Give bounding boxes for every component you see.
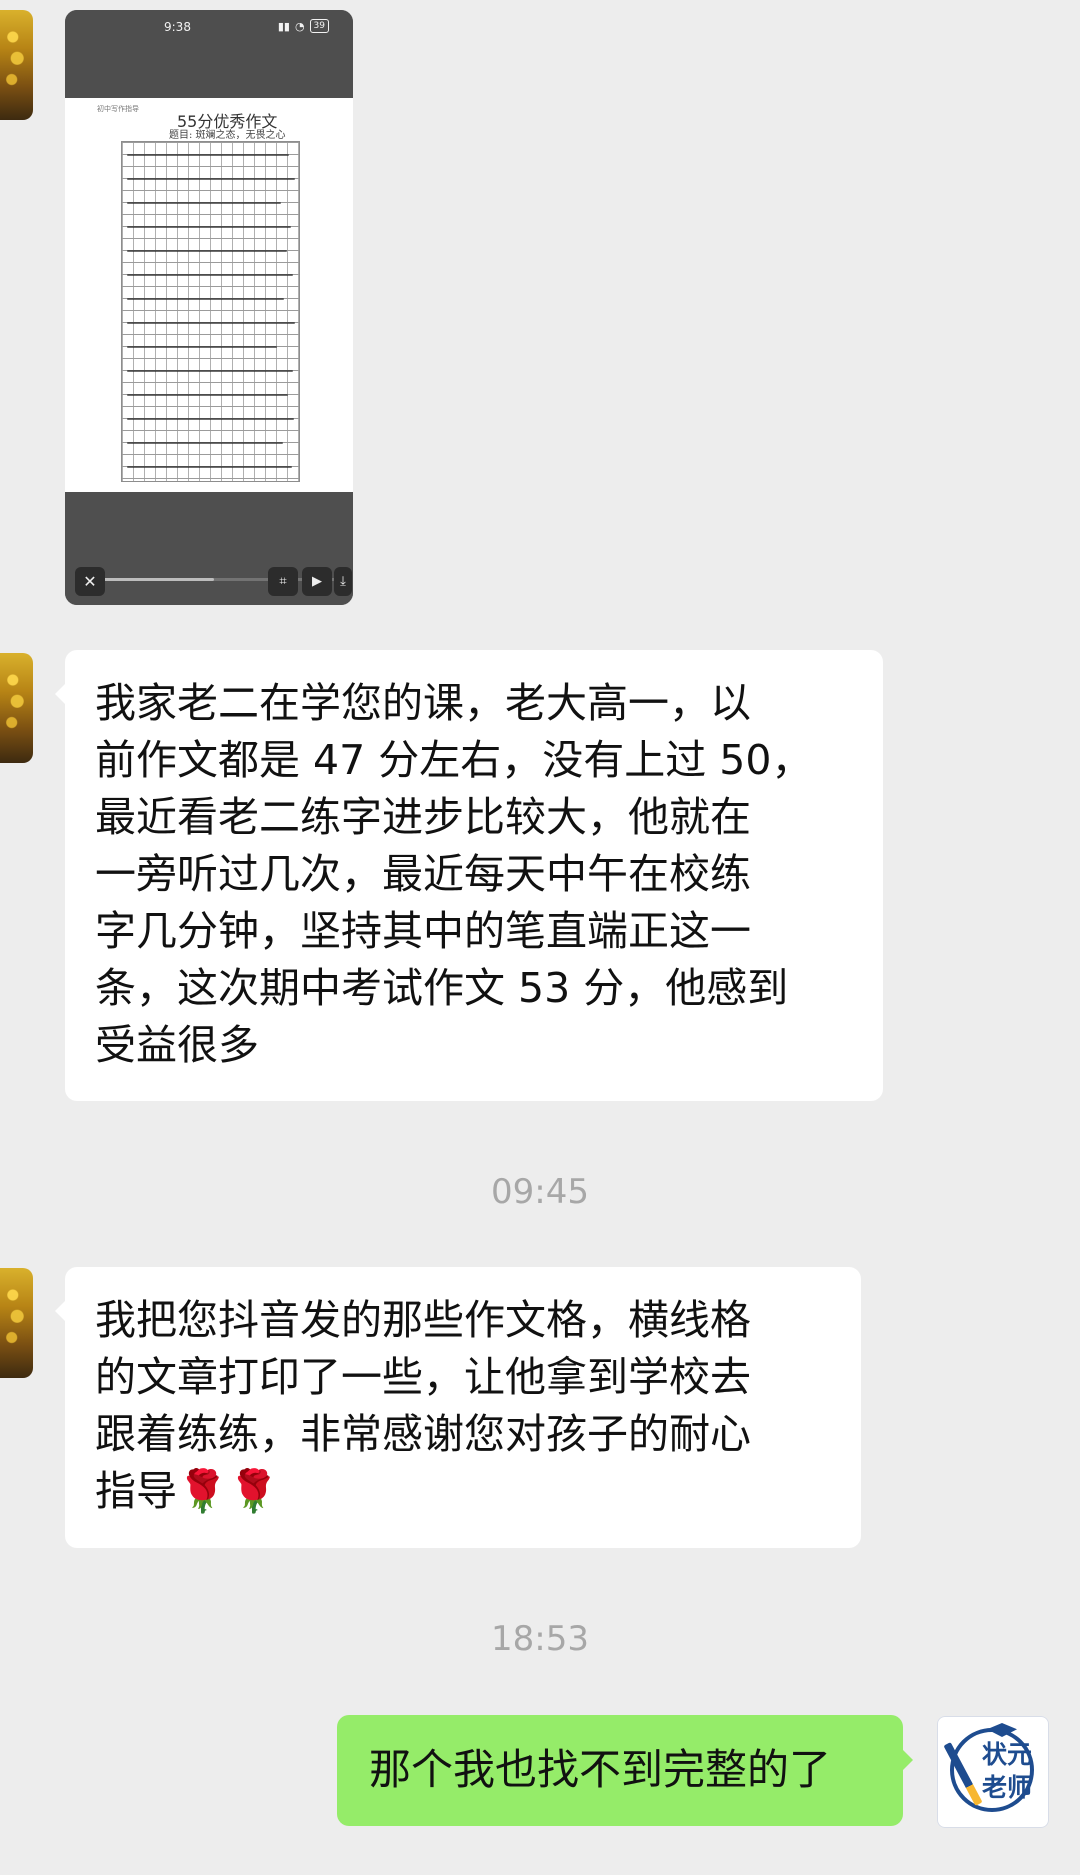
video-status-time: 9:38 xyxy=(164,20,191,34)
scan-button[interactable]: ⌗ xyxy=(268,567,298,596)
handwriting-line xyxy=(127,250,287,252)
close-video-button[interactable]: ✕ xyxy=(75,567,105,596)
handwriting-line xyxy=(127,154,289,156)
logo-text-line1: 状元 xyxy=(982,1740,1033,1769)
handwriting-line xyxy=(127,226,291,228)
message-timestamp: 18:53 xyxy=(491,1619,589,1659)
handwriting-line xyxy=(127,298,284,300)
message-bubble[interactable]: 我把您抖音发的那些作文格，横线格 的文章打印了一些，让他拿到学校去 跟着练练，非… xyxy=(55,1267,861,1548)
play-button[interactable]: ▶ xyxy=(302,567,332,596)
status-icons: ▮▮ ◔ 39 xyxy=(278,19,329,33)
download-button[interactable]: ⤓ xyxy=(334,567,352,596)
paper-subtitle: 题目: 斑斓之态，无畏之心 xyxy=(169,130,286,141)
handwriting-line xyxy=(127,346,277,348)
handwriting-line xyxy=(127,370,293,372)
message-bubble[interactable]: 我家老二在学您的课，老大高一，以 前作文都是 47 分左右，没有上过 50， 最… xyxy=(55,650,883,1101)
handwriting-line xyxy=(127,274,293,276)
teacher-avatar[interactable]: 状元 老师 xyxy=(937,1716,1049,1828)
handwriting-line xyxy=(127,178,295,180)
essay-paper-preview: 初中写作指导 55分优秀作文 题目: 斑斓之态，无畏之心 xyxy=(65,98,353,492)
video-status-bar: 9:38 ▮▮ ◔ 39 xyxy=(65,10,353,98)
logo-text-line2: 老师 xyxy=(982,1773,1033,1802)
signal-icon: ▮▮ xyxy=(277,19,290,33)
essay-grid xyxy=(121,141,300,482)
battery-icon: 39 xyxy=(309,19,329,33)
handwriting-line xyxy=(127,394,288,396)
handwriting-line xyxy=(127,322,295,324)
video-message-thumbnail[interactable]: 9:38 ▮▮ ◔ 39 初中写作指导 55分优秀作文 题目: 斑斓之态，无畏之… xyxy=(65,10,353,605)
paper-header: 初中写作指导 xyxy=(97,105,139,113)
contact-avatar[interactable] xyxy=(0,1268,33,1378)
handwriting-line xyxy=(127,466,292,468)
sent-message-bubble[interactable]: 那个我也找不到完整的了 xyxy=(337,1715,913,1826)
contact-avatar[interactable] xyxy=(0,10,33,120)
handwriting-line xyxy=(127,418,294,420)
wifi-icon: ◔ xyxy=(294,19,305,33)
contact-avatar[interactable] xyxy=(0,653,33,763)
handwriting-line xyxy=(127,442,283,444)
message-timestamp: 09:45 xyxy=(491,1172,589,1212)
handwriting-line xyxy=(127,202,281,204)
